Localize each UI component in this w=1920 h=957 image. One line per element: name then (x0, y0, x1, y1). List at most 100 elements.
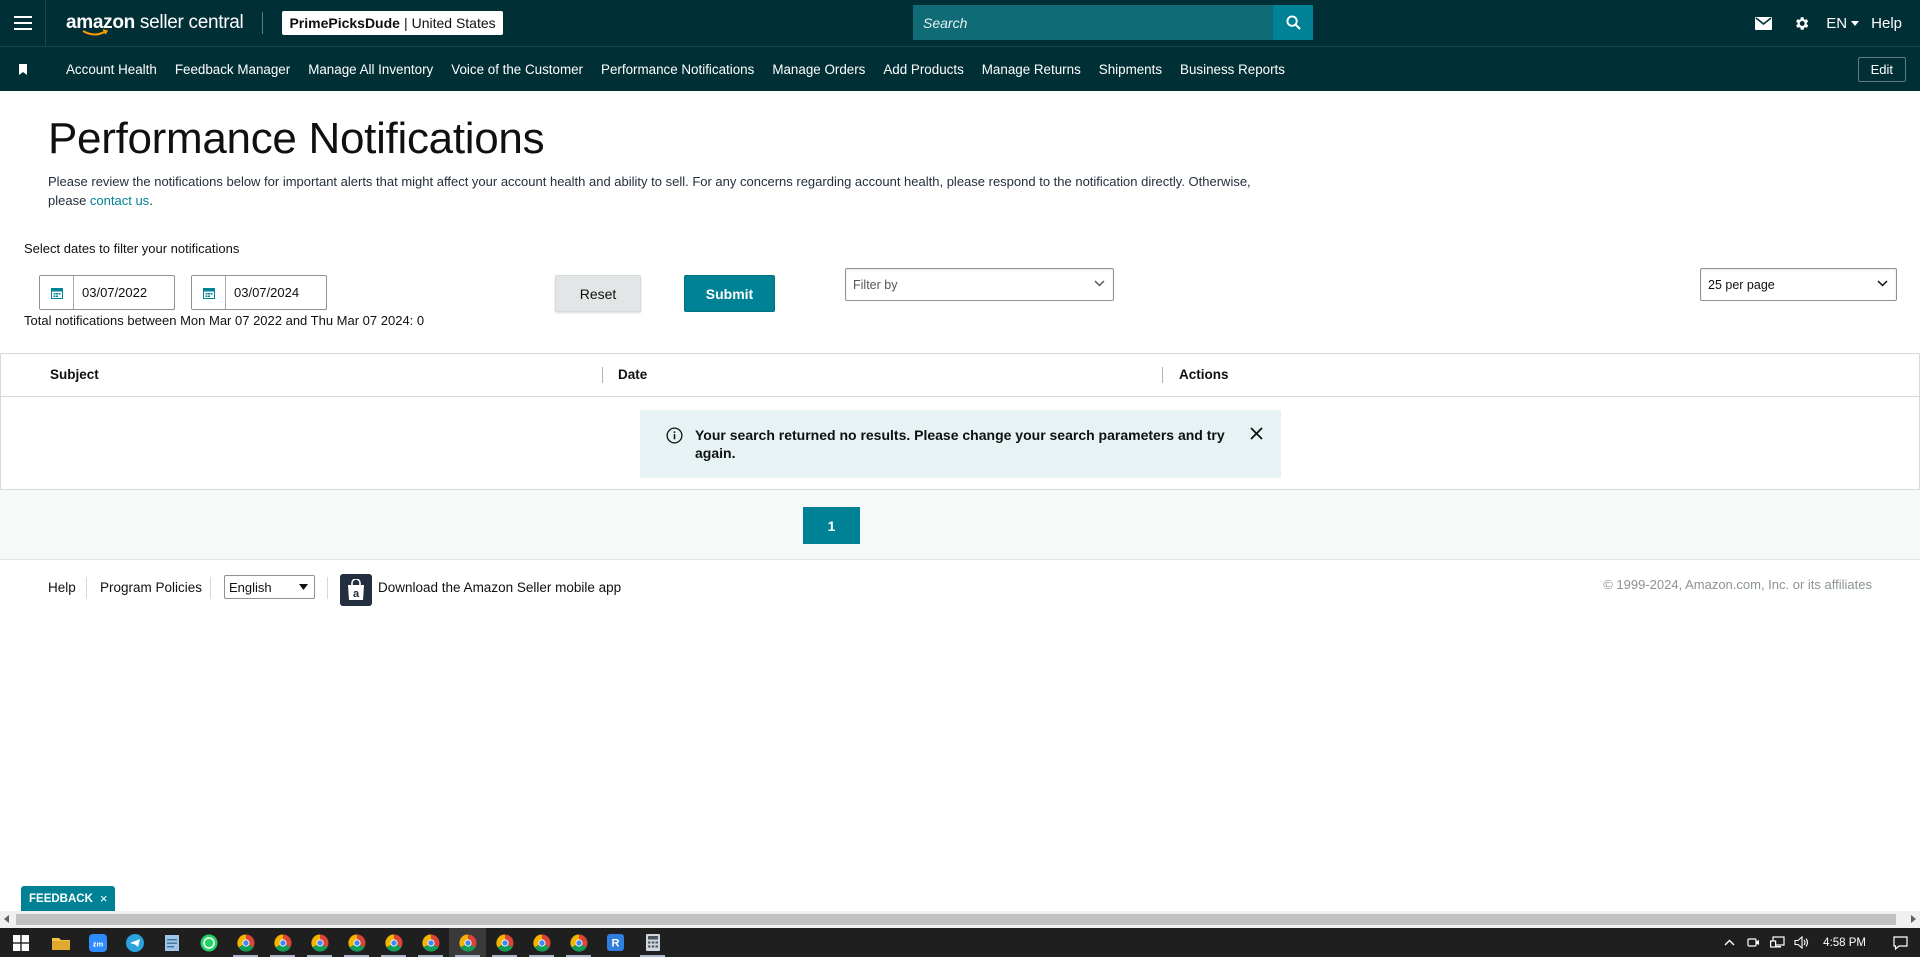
horizontal-scrollbar[interactable] (0, 911, 1920, 928)
nav-manage-returns[interactable]: Manage Returns (982, 62, 1081, 77)
close-icon[interactable] (1250, 427, 1263, 440)
date-filter-label: Select dates to filter your notification… (24, 241, 240, 256)
taskbar-remote-app[interactable]: R (597, 928, 634, 957)
mail-button[interactable] (1744, 0, 1782, 46)
search-bar (913, 5, 1313, 40)
taskbar-chrome-4[interactable] (338, 928, 375, 957)
scroll-left-arrow-icon[interactable] (4, 915, 9, 923)
system-tray: 4:58 PM (1717, 928, 1920, 957)
settings-button[interactable] (1782, 0, 1820, 46)
taskbar-chrome-9[interactable] (523, 928, 560, 957)
nav-shipments[interactable]: Shipments (1099, 62, 1162, 77)
taskbar-clock[interactable]: 4:58 PM (1813, 937, 1880, 949)
store-name: PrimePicksDude (289, 15, 400, 31)
taskbar-notepad[interactable] (153, 928, 190, 957)
taskbar-chrome-2[interactable] (264, 928, 301, 957)
download-app-link[interactable]: Download the Amazon Seller mobile app (378, 580, 621, 595)
search-button[interactable] (1273, 5, 1313, 40)
taskbar-chrome-1[interactable] (227, 928, 264, 957)
no-results-alert: Your search returned no results. Please … (640, 410, 1281, 478)
chevron-down-icon (1851, 20, 1860, 26)
feedback-tab[interactable]: FEEDBACK × (21, 886, 116, 911)
account-switcher[interactable]: PrimePicksDude | United States (282, 11, 503, 35)
taskbar-chrome-3[interactable] (301, 928, 338, 957)
help-link[interactable]: Help (1871, 15, 1920, 32)
no-results-message: Your search returned no results. Please … (695, 427, 1225, 461)
taskbar-chrome-active[interactable] (449, 928, 486, 957)
feedback-label: FEEDBACK (29, 892, 93, 905)
chrome-icon (384, 933, 402, 952)
gear-icon (1795, 16, 1809, 30)
chevron-down-icon (1877, 280, 1888, 287)
chevron-down-icon (1094, 280, 1105, 287)
scrollbar-thumb[interactable] (16, 914, 1896, 925)
end-date-input[interactable] (226, 276, 324, 309)
total-notifications-text: Total notifications between Mon Mar 07 2… (24, 313, 425, 328)
column-divider (602, 367, 603, 383)
nav-manage-orders[interactable]: Manage Orders (772, 62, 865, 77)
start-button[interactable] (0, 928, 42, 957)
edit-bookmarks-button[interactable]: Edit (1857, 57, 1906, 82)
tray-notifications[interactable] (1880, 928, 1920, 957)
contact-us-link[interactable]: contact us (90, 193, 149, 208)
nav-feedback-manager[interactable]: Feedback Manager (175, 62, 290, 77)
seller-central-logo[interactable]: amazon seller central (66, 0, 244, 46)
remote-desktop-icon: R (607, 934, 624, 951)
bookmark-nav: Account Health Feedback Manager Manage A… (0, 46, 1920, 91)
start-date-input[interactable] (74, 276, 172, 309)
menu-icon[interactable] (0, 0, 46, 46)
taskbar-zoom[interactable]: zm (79, 928, 116, 957)
taskbar-chrome-6[interactable] (412, 928, 449, 957)
nav-performance-notifications[interactable]: Performance Notifications (601, 62, 754, 77)
close-icon[interactable]: × (100, 891, 108, 906)
tray-meet-now[interactable] (1741, 928, 1765, 957)
nav-add-products[interactable]: Add Products (883, 62, 963, 77)
taskbar-calculator[interactable] (634, 928, 671, 957)
calculator-icon (645, 934, 660, 951)
taskbar-telegram[interactable] (116, 928, 153, 957)
footer-help-link[interactable]: Help (48, 580, 76, 595)
taskbar-chrome-8[interactable] (486, 928, 523, 957)
nav-business-reports[interactable]: Business Reports (1180, 62, 1285, 77)
footer-divider (210, 577, 211, 599)
seller-app-icon[interactable]: a (340, 574, 372, 606)
end-date-picker (191, 275, 327, 310)
search-input[interactable] (913, 5, 1273, 40)
chrome-icon (495, 933, 513, 952)
tray-volume[interactable] (1789, 928, 1813, 957)
per-page-dropdown[interactable]: 25 per page (1700, 268, 1897, 301)
start-calendar-button[interactable] (40, 276, 74, 309)
bookmark-button[interactable] (0, 47, 46, 91)
language-selector[interactable]: EN (1820, 15, 1871, 32)
footer-language-select[interactable]: English (224, 575, 315, 599)
top-header: amazon seller central PrimePicksDude | U… (0, 0, 1920, 46)
whatsapp-icon (200, 934, 217, 951)
start-date-picker (39, 275, 175, 310)
tray-expand-button[interactable] (1717, 928, 1741, 957)
notifications-table: Subject Date Actions Your search returne… (0, 353, 1920, 490)
reset-button[interactable]: Reset (555, 275, 641, 312)
header-subject[interactable]: Subject (50, 367, 99, 382)
filter-by-dropdown[interactable]: Filter by (845, 268, 1114, 301)
submit-button[interactable]: Submit (684, 275, 775, 312)
end-calendar-button[interactable] (192, 276, 226, 309)
column-divider (1162, 367, 1163, 383)
header-date[interactable]: Date (618, 367, 647, 382)
scroll-right-arrow-icon[interactable] (1911, 915, 1916, 923)
taskbar-chrome-5[interactable] (375, 928, 412, 957)
page-title: Performance Notifications (48, 114, 545, 163)
chrome-icon (273, 933, 291, 952)
nav-voice-of-the-customer[interactable]: Voice of the Customer (451, 62, 583, 77)
taskbar-chrome-10[interactable] (560, 928, 597, 957)
nav-manage-all-inventory[interactable]: Manage All Inventory (308, 62, 433, 77)
tray-network[interactable] (1765, 928, 1789, 957)
nav-account-health[interactable]: Account Health (66, 62, 157, 77)
logo-seller-central: seller central (134, 12, 244, 33)
taskbar-file-explorer[interactable] (42, 928, 79, 957)
network-icon (1769, 936, 1785, 948)
page-button-current[interactable]: 1 (803, 507, 860, 544)
footer-divider (327, 577, 328, 599)
taskbar-whatsapp[interactable] (190, 928, 227, 957)
bookmark-icon (19, 63, 27, 75)
footer-program-policies-link[interactable]: Program Policies (100, 580, 202, 595)
